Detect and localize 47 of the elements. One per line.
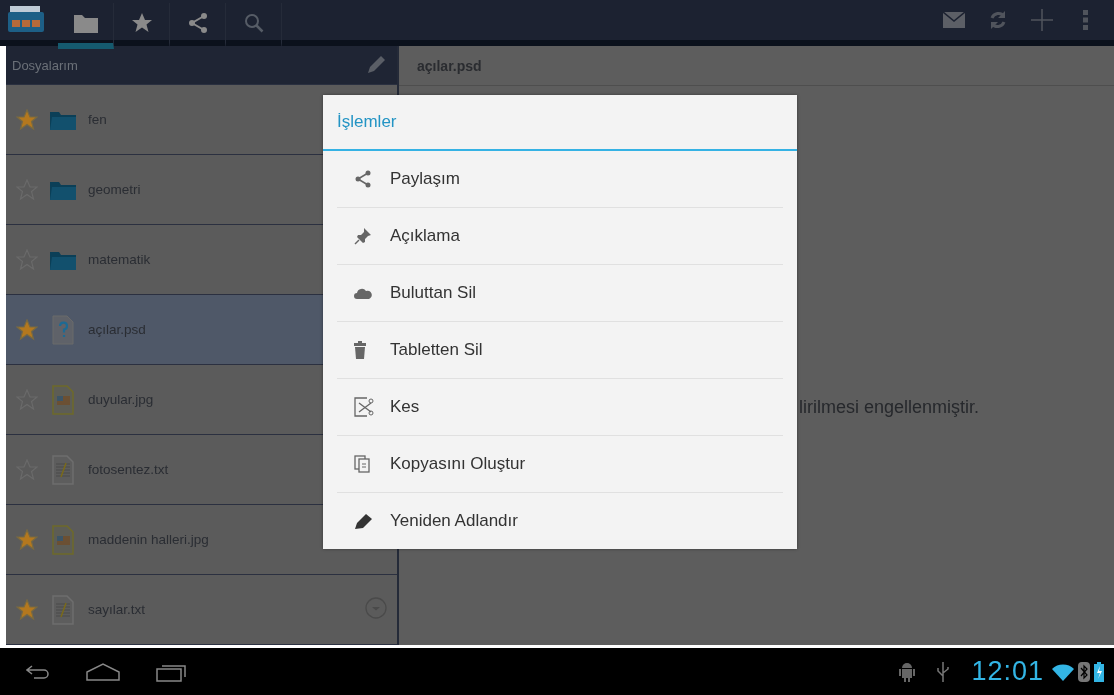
folder-icon [50,179,76,200]
home-button[interactable] [86,662,120,681]
bluetooth-icon [1078,661,1090,682]
search-icon [242,12,265,34]
star-icon [130,12,153,34]
back-button[interactable] [26,664,50,679]
android-robot-icon [899,661,916,682]
menu-item[interactable]: Tabletten Sil [337,321,783,378]
menu-item[interactable]: Yeniden Adlandır [337,492,783,549]
message-text: lirilmesi engellenmiştir. [799,397,980,418]
unknown-file-icon [52,314,74,345]
plus-icon [1031,9,1053,31]
favorite-star-icon[interactable] [16,528,38,551]
menu-item[interactable]: Kes [337,378,783,435]
pencil-icon [365,54,387,76]
folder-icon [72,12,99,34]
image-file-icon [52,524,74,555]
wifi-icon [1052,662,1074,681]
envelope-icon [943,12,965,28]
refresh-icon [988,10,1008,30]
scissors-document-icon [354,397,374,417]
clock-time: 12:01 [971,656,1044,687]
home-icon [86,662,120,681]
menu-icon [1083,10,1089,30]
favorite-star-icon[interactable] [16,108,38,131]
trash-icon [354,341,366,359]
share-icon [354,170,372,188]
share-icon [186,12,209,34]
back-arrow-icon [26,664,50,679]
pushpin-icon [354,227,372,245]
menu-item[interactable]: Kopyasını Oluştur [337,435,783,492]
pencil-icon [354,512,374,530]
favorite-star-icon[interactable] [16,318,38,341]
folder-icon [50,249,76,270]
copy-icon [354,455,370,473]
favorite-star-icon[interactable] [16,598,38,621]
sidebar-title: Dosyalarım [12,57,78,73]
text-file-icon [52,594,74,625]
menu-item[interactable]: Buluttan Sil [337,264,783,321]
text-file-icon [52,454,74,485]
folder-icon [50,109,76,130]
dialog-title: İşlemler [323,95,797,151]
image-file-icon [52,384,74,415]
menu-item[interactable]: Açıklama [337,207,783,264]
battery-charging-icon [1094,661,1104,682]
cloud-icon [354,287,372,299]
usb-icon [937,661,950,682]
